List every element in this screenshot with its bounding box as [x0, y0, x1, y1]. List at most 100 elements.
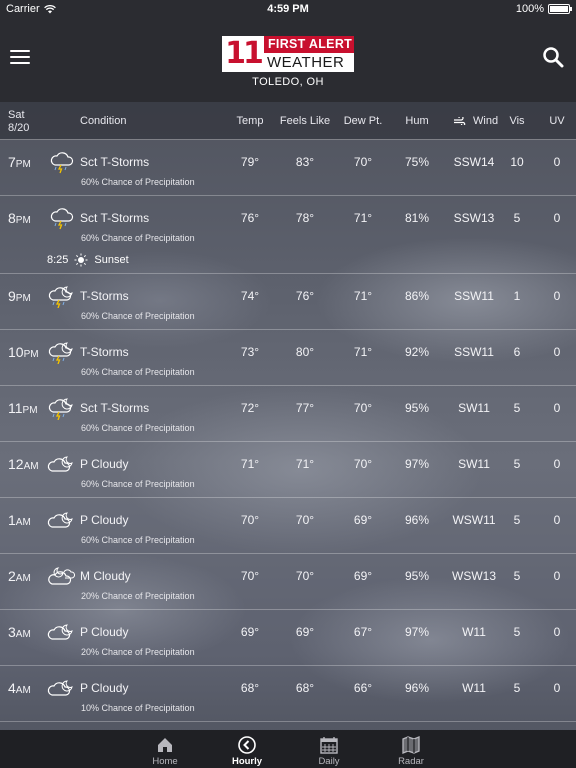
visibility-cell: 5 [513, 625, 521, 639]
logo-text: FIRST ALERT WEATHER [264, 36, 354, 72]
night-cloudy-icon [47, 456, 73, 472]
menu-icon-bar [10, 62, 30, 64]
column-humidity: Hum [405, 115, 429, 127]
temp-cell: 74° [240, 289, 260, 303]
column-day: Sat [8, 109, 25, 121]
hour-ampm: PM [15, 215, 31, 226]
night-thunderstorm-icon [48, 286, 73, 308]
tab-label: Home [152, 756, 178, 767]
column-uv: UV [549, 115, 565, 127]
hour-row[interactable]: 11PM Sct T-Storms 60% Chance of Precipitat… [0, 386, 576, 442]
tab-radar[interactable]: Radar [370, 730, 452, 768]
search-icon [543, 47, 564, 68]
condition-text: P Cloudy [80, 681, 129, 695]
visibility-cell: 6 [513, 345, 521, 359]
feels-like-cell: 69° [295, 625, 315, 639]
hour-value: 12 [8, 456, 24, 472]
precip-chance: 60% Chance of Precipitation [81, 233, 195, 243]
wind-cell: W11 [462, 625, 486, 639]
precip-chance: 20% Chance of Precipitation [81, 591, 195, 601]
hour-row[interactable]: 9PM T-Storms 60% Chance of Precipitation 74… [0, 274, 576, 330]
hour-value: 1 [8, 512, 16, 528]
wind-cell: W11 [462, 681, 486, 695]
column-header-row: Sat 8/20 Condition Temp Feels Like Dew P… [0, 102, 576, 140]
hour-row[interactable]: 10PM T-Storms 60% Chance of Precipitation 7… [0, 330, 576, 386]
precip-chance: 60% Chance of Precipitation [81, 423, 195, 433]
hour-label: 12AM [8, 456, 39, 472]
humidity-cell: 81% [404, 211, 430, 225]
column-dew-point: Dew Pt. [343, 115, 383, 127]
tab-label: Hourly [231, 756, 263, 767]
visibility-cell: 5 [513, 513, 521, 527]
night-cloudy-icon [47, 624, 73, 640]
hour-row[interactable]: 7PM Sct T-Storms 60% Chance of Precipitati… [0, 140, 576, 196]
hour-row[interactable]: 12AM P Cloudy 60% Chance of Precipitation 7… [0, 442, 576, 498]
uv-cell: 0 [553, 625, 561, 639]
night-mostly-cloudy-icon [48, 567, 75, 585]
dew-point-cell: 71° [353, 289, 373, 303]
location-label: TOLEDO, OH [252, 76, 324, 88]
temp-cell: 73° [240, 345, 260, 359]
hour-value: 7 [8, 154, 16, 170]
visibility-cell: 10 [510, 155, 524, 169]
column-date-value: 8/20 [8, 122, 30, 134]
precip-chance: 60% Chance of Precipitation [81, 311, 195, 321]
thunderstorm-icon [50, 152, 74, 174]
hour-label: 4AM [8, 680, 31, 696]
search-button[interactable] [542, 46, 564, 68]
hour-ampm: AM [15, 517, 31, 528]
condition-text: Sct T-Storms [80, 211, 150, 225]
night-cloudy-icon [47, 680, 73, 696]
wind-icon [454, 117, 466, 125]
precip-chance: 60% Chance of Precipitation [81, 479, 195, 489]
map-icon [402, 736, 420, 754]
visibility-cell: 1 [513, 289, 521, 303]
column-feels-like: Feels Like [279, 115, 331, 127]
column-wind-label: Wind [473, 115, 499, 127]
hour-ampm: AM [15, 685, 31, 696]
condition-text: T-Storms [80, 289, 129, 303]
uv-cell: 0 [553, 289, 561, 303]
feels-like-cell: 70° [295, 569, 315, 583]
feels-like-cell: 76° [295, 289, 315, 303]
sunset-time: 8:25 [47, 254, 69, 266]
wind-cell: SSW13 [453, 211, 495, 225]
hour-value: 3 [8, 624, 16, 640]
hour-label: 1AM [8, 512, 31, 528]
temp-cell: 71° [240, 457, 260, 471]
condition-text: T-Storms [80, 345, 129, 359]
column-temp: Temp [236, 115, 264, 127]
logo-top-text: FIRST ALERT [264, 36, 354, 53]
sunset-label: Sunset [94, 254, 129, 266]
battery-icon [548, 4, 572, 14]
hour-value: 4 [8, 680, 16, 696]
tab-daily[interactable]: Daily [288, 730, 370, 768]
feels-like-cell: 71° [295, 457, 315, 471]
dew-point-cell: 69° [353, 513, 373, 527]
tab-hourly[interactable]: Hourly [206, 730, 288, 768]
condition-text: P Cloudy [80, 625, 129, 639]
hour-ampm: AM [23, 461, 39, 472]
hour-row[interactable]: 1AM P Cloudy 60% Chance of Precipitation 70… [0, 498, 576, 554]
status-time: 4:59 PM [267, 3, 309, 15]
app-header: 11 FIRST ALERT WEATHER TOLEDO, OH [0, 18, 576, 102]
humidity-cell: 75% [404, 155, 430, 169]
tab-home[interactable]: Home [124, 730, 206, 768]
column-condition: Condition [80, 115, 127, 127]
condition-text: P Cloudy [80, 513, 129, 527]
night-thunderstorm-icon [48, 398, 73, 420]
hour-row[interactable]: 4AM P Cloudy 10% Chance of Precipitation 68… [0, 666, 576, 722]
hour-row[interactable]: 2AM M Cloudy 20% Chance of Precipitation 70… [0, 554, 576, 610]
hour-row[interactable]: 8PM Sct T-Storms 60% Chance of Precipitati… [0, 196, 576, 274]
hour-row[interactable]: 3AM P Cloudy 20% Chance of Precipitation 69… [0, 610, 576, 666]
condition-text: Sct T-Storms [80, 401, 150, 415]
menu-button[interactable] [10, 50, 30, 66]
humidity-cell: 97% [404, 625, 430, 639]
precip-chance: 60% Chance of Precipitation [81, 535, 195, 545]
hour-label: 3AM [8, 624, 31, 640]
temp-cell: 79° [240, 155, 260, 169]
tab-label: Daily [318, 756, 340, 767]
dew-point-cell: 67° [353, 625, 373, 639]
precip-chance: 60% Chance of Precipitation [81, 367, 195, 377]
status-bar: Carrier 4:59 PM 100% [0, 0, 576, 18]
